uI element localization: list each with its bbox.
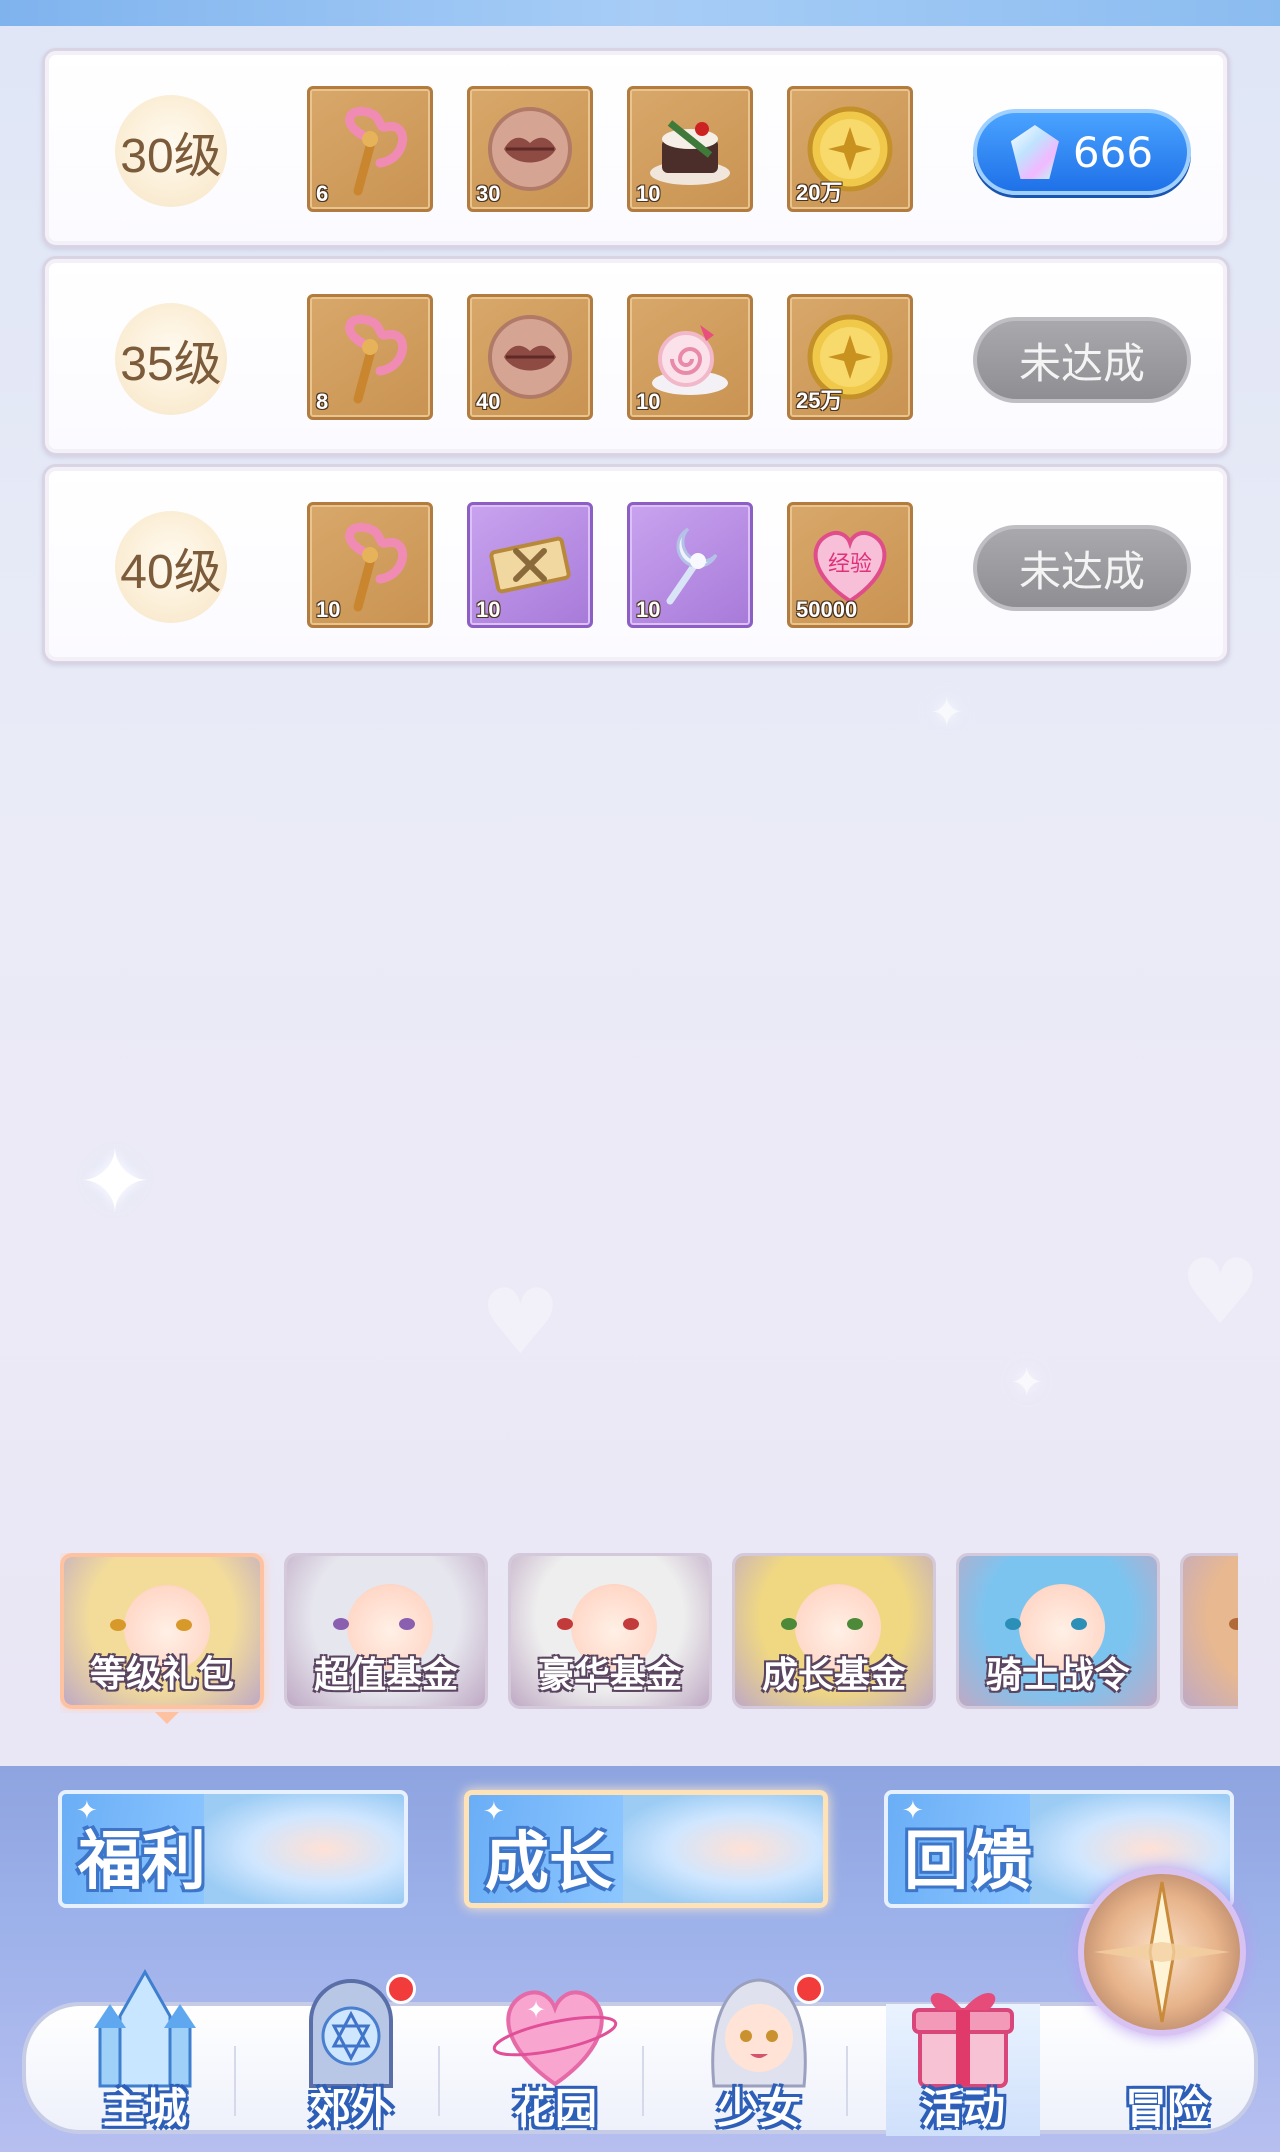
reward-row-level-30: 30级 6 30 10 20万 666 <box>42 48 1230 248</box>
tab-deluxe-fund[interactable]: 豪华基金 <box>508 1553 712 1709</box>
character-eye <box>623 1618 639 1630</box>
character-eye <box>1005 1618 1021 1630</box>
not-achieved-button[interactable]: 未达成 <box>973 317 1191 403</box>
character-eye <box>110 1619 126 1631</box>
heart-decoration: ♥ <box>480 1270 561 1375</box>
sparkle-decoration: ✦ <box>1010 1360 1044 1406</box>
reward-item[interactable]: 25万 <box>787 294 913 420</box>
notification-dot <box>386 1974 416 2004</box>
character-eye <box>1071 1618 1087 1630</box>
reward-item[interactable]: 6 <box>307 86 433 212</box>
character-art <box>623 1795 823 1903</box>
gift-category-track: 等级礼包 超值基金 豪华基金 成长基金 骑士战令 密 <box>60 1553 1238 1709</box>
reward-item[interactable]: 8 <box>307 294 433 420</box>
character-eye <box>557 1618 573 1630</box>
character-eye <box>847 1618 863 1630</box>
gift-category-tabs: 等级礼包 超值基金 豪华基金 成长基金 骑士战令 密 <box>60 1553 1238 1713</box>
character-eye <box>333 1618 349 1630</box>
svg-text:✦: ✦ <box>526 1996 546 2024</box>
reward-item[interactable]: 10 <box>307 502 433 628</box>
nav-events[interactable]: 活动 <box>878 1956 1048 2136</box>
tab-growth[interactable]: ✦ 成长 <box>464 1790 828 1908</box>
reward-item[interactable]: 10 <box>627 294 753 420</box>
not-achieved-button[interactable]: 未达成 <box>973 525 1191 611</box>
nav-outskirts[interactable]: 郊外 <box>266 1956 436 2136</box>
notification-dot <box>794 1974 824 2004</box>
character-eye <box>399 1618 415 1630</box>
reward-item[interactable]: 40 <box>467 294 593 420</box>
tab-level-gift-pack[interactable]: 等级礼包 <box>60 1553 264 1709</box>
reward-item[interactable]: 10 <box>467 502 593 628</box>
character-eye <box>176 1619 192 1631</box>
svg-text:经验: 经验 <box>828 552 872 577</box>
character-art <box>204 1794 404 1904</box>
tab-growth-fund[interactable]: 成长基金 <box>732 1553 936 1709</box>
reward-row-level-40: 40级 10 10 10 经验 50000 未达成 <box>42 464 1230 664</box>
reward-row-level-35: 35级 8 40 10 25万 未达成 <box>42 256 1230 456</box>
tab-value-fund[interactable]: 超值基金 <box>284 1553 488 1709</box>
compass-needle <box>1094 1881 1230 2023</box>
section-tabs: ✦ 福利 ✦ 成长 ✦ 回馈 <box>58 1790 1234 1908</box>
reward-item[interactable]: 30 <box>467 86 593 212</box>
character-eye <box>781 1618 797 1630</box>
active-tab-pointer <box>155 1712 179 1724</box>
reward-items: 6 30 10 20万 <box>307 86 913 212</box>
nav-divider <box>234 2046 236 2116</box>
tab-welfare[interactable]: ✦ 福利 <box>58 1790 408 1908</box>
reward-item[interactable]: 经验 50000 <box>787 502 913 628</box>
sparkle-decoration: ✦ <box>78 1130 152 1233</box>
reward-items: 10 10 10 经验 50000 <box>307 502 913 628</box>
claim-button[interactable]: 666 <box>973 109 1191 195</box>
nav-divider <box>846 2046 848 2116</box>
level-badge: 30级 <box>115 95 227 207</box>
nav-divider <box>642 2046 644 2116</box>
reward-item[interactable]: 20万 <box>787 86 913 212</box>
heart-decoration: ♥ <box>1180 1240 1261 1345</box>
reward-item[interactable]: 10 <box>627 86 753 212</box>
level-badge: 35级 <box>115 303 227 415</box>
nav-girls[interactable]: 少女 <box>674 1956 844 2136</box>
level-badge: 40级 <box>115 511 227 623</box>
main-navigation-bar: 主城 郊外 ✦ 花园 少女 活动 冒险 <box>22 1868 1258 2136</box>
bottom-panel: ✦ 福利 ✦ 成长 ✦ 回馈 主城 郊外 ✦ 花园 少女 活动 冒险 <box>0 1766 1280 2152</box>
reward-item[interactable]: 10 <box>627 502 753 628</box>
tab-partial-next[interactable]: 密 <box>1180 1553 1238 1709</box>
character-eye <box>1229 1618 1238 1630</box>
nav-garden[interactable]: ✦ 花园 <box>470 1956 640 2136</box>
nav-divider <box>438 2046 440 2116</box>
level-reward-list: 30级 6 30 10 20万 666 35级 8 40 10 25万 未达成 … <box>42 48 1230 672</box>
sparkle-decoration: ✦ <box>930 690 964 736</box>
tab-knight-pass[interactable]: 骑士战令 <box>956 1553 1160 1709</box>
reward-items: 8 40 10 25万 <box>307 294 913 420</box>
top-banner-strip <box>0 0 1280 26</box>
nav-adventure[interactable]: 冒险 <box>1078 1868 1252 2136</box>
diamond-icon <box>1010 125 1059 179</box>
compass-icon <box>1078 1868 1246 2036</box>
nav-main-city[interactable]: 主城 <box>60 1956 230 2136</box>
